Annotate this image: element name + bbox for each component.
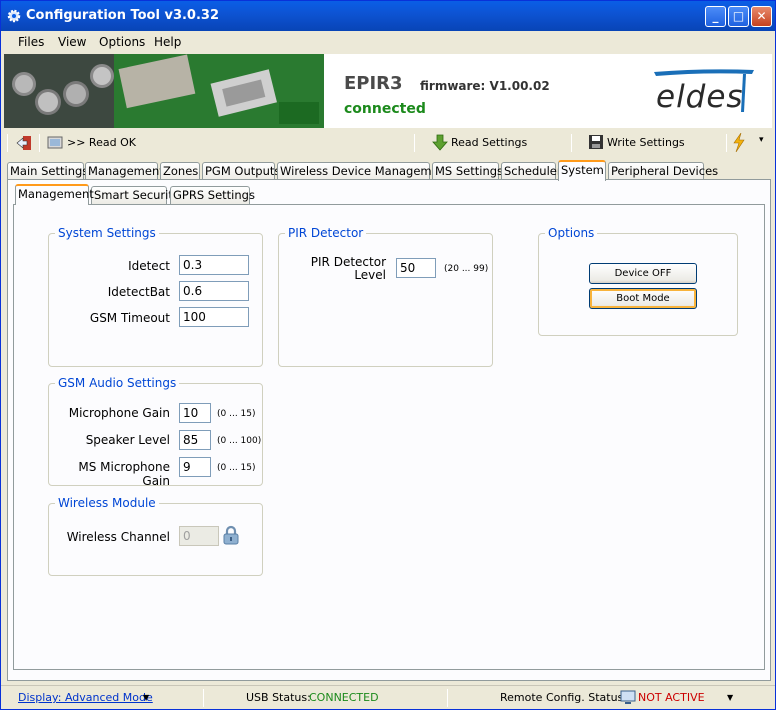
subtab-management[interactable]: Management bbox=[15, 184, 94, 205]
subtab-smart-security[interactable]: Smart Security bbox=[91, 186, 180, 204]
tab-scheduler[interactable]: Scheduler bbox=[501, 162, 562, 180]
lock-icon[interactable] bbox=[222, 525, 240, 545]
pir-level-label-line2: Level bbox=[354, 268, 386, 282]
tab-system[interactable]: System bbox=[558, 160, 606, 181]
idetect-label: Idetect bbox=[128, 259, 170, 273]
options-title: Options bbox=[545, 226, 598, 240]
display-mode-dropdown-icon[interactable]: ▼ bbox=[143, 693, 149, 702]
write-settings-button[interactable]: Write Settings bbox=[607, 136, 685, 149]
toolbar-separator bbox=[39, 134, 40, 152]
title-bar[interactable]: Configuration Tool v3.0.32 _ □ ✕ bbox=[1, 1, 775, 31]
save-disk-icon bbox=[589, 135, 603, 149]
menu-help[interactable]: Help bbox=[154, 35, 181, 49]
pir-level-range: (20 ... 99) bbox=[444, 264, 489, 274]
lightning-icon[interactable] bbox=[732, 133, 746, 152]
gear-icon bbox=[7, 9, 21, 23]
device-banner: EPIR3 firmware: V1.00.02 connected eldes bbox=[4, 54, 772, 128]
boot-mode-button[interactable]: Boot Mode bbox=[589, 288, 697, 309]
ms-microphone-gain-input[interactable]: 9 bbox=[179, 457, 211, 477]
toolbar-separator bbox=[726, 134, 727, 152]
window-title: Configuration Tool v3.0.32 bbox=[26, 8, 220, 23]
menu-options[interactable]: Options bbox=[99, 35, 145, 49]
exit-icon[interactable] bbox=[16, 135, 32, 151]
tab-ms-settings[interactable]: MS Settings bbox=[432, 162, 503, 180]
microphone-gain-input[interactable]: 10 bbox=[179, 403, 211, 423]
gsm-audio-settings-group: GSM Audio Settings Microphone Gain 10 (0… bbox=[48, 376, 263, 488]
usb-status-value: CONNECTED bbox=[309, 691, 379, 704]
microphone-gain-range: (0 ... 15) bbox=[217, 409, 256, 419]
ms-microphone-gain-label: MS Microphone Gain bbox=[78, 460, 170, 488]
menu-bar: Files View Options Help bbox=[1, 31, 775, 53]
toolbar-overflow-icon[interactable]: ▾ bbox=[759, 135, 764, 145]
menu-view[interactable]: View bbox=[58, 35, 86, 49]
pir-level-input[interactable]: 50 bbox=[396, 258, 436, 278]
remote-config-status-label: Remote Config. Status: bbox=[500, 691, 627, 704]
usb-status-label: USB Status: bbox=[246, 691, 311, 704]
firmware-label: firmware: V1.00.02 bbox=[420, 79, 550, 93]
microphone-gain-label: Microphone Gain bbox=[68, 406, 170, 420]
tab-wireless-device-management[interactable]: Wireless Device Management bbox=[277, 162, 451, 180]
speaker-level-range: (0 ... 100) bbox=[217, 436, 262, 446]
idetect-input[interactable]: 0.3 bbox=[179, 255, 249, 275]
remote-computer-icon bbox=[620, 690, 636, 704]
eldes-logo: eldes bbox=[656, 79, 744, 115]
remote-config-status-value: NOT ACTIVE bbox=[638, 691, 705, 704]
device-name: EPIR3 bbox=[344, 73, 403, 94]
system-settings-title: System Settings bbox=[55, 226, 159, 240]
device-off-button[interactable]: Device OFF bbox=[589, 263, 697, 284]
read-status-icon bbox=[47, 136, 63, 149]
toolbar-separator bbox=[414, 134, 415, 152]
wireless-module-group: Wireless Module Wireless Channel 0 bbox=[48, 496, 263, 576]
display-mode-link[interactable]: Display: Advanced Mode bbox=[18, 691, 153, 704]
pir-detector-title: PIR Detector bbox=[285, 226, 367, 240]
remote-status-dropdown-icon[interactable]: ▼ bbox=[727, 693, 733, 702]
subtab-gprs-settings[interactable]: GPRS Settings bbox=[170, 186, 255, 204]
tab-peripheral-devices[interactable]: Peripheral Devices bbox=[608, 162, 718, 180]
gsm-audio-title: GSM Audio Settings bbox=[55, 376, 180, 390]
tab-pgm-outputs[interactable]: PGM Outputs bbox=[202, 162, 280, 180]
circuit-board-image bbox=[4, 54, 324, 128]
app-window: Configuration Tool v3.0.32 _ □ ✕ Files V… bbox=[0, 0, 776, 710]
statusbar-separator bbox=[447, 689, 448, 707]
system-settings-group: System Settings Idetect 0.3 IdetectBat 0… bbox=[48, 226, 263, 367]
gsm-timeout-input[interactable]: 100 bbox=[179, 307, 249, 327]
toolbar-grip bbox=[7, 134, 8, 152]
read-settings-button[interactable]: Read Settings bbox=[451, 136, 527, 149]
tab-main-settings[interactable]: Main Settings bbox=[7, 162, 88, 180]
speaker-level-label: Speaker Level bbox=[85, 433, 170, 447]
maximize-button[interactable]: □ bbox=[728, 6, 749, 27]
toolbar: >> Read OK Read Settings Write Settings … bbox=[4, 131, 772, 155]
wireless-channel-label: Wireless Channel bbox=[66, 530, 170, 544]
read-ok-status: >> Read OK bbox=[67, 136, 136, 149]
tab-management[interactable]: Management bbox=[85, 162, 164, 180]
toolbar-separator bbox=[571, 134, 572, 152]
idetectbat-label: IdetectBat bbox=[107, 285, 170, 299]
ms-microphone-gain-range: (0 ... 15) bbox=[217, 463, 256, 473]
connection-status: connected bbox=[344, 101, 426, 117]
wireless-channel-input: 0 bbox=[179, 526, 219, 546]
pir-detector-group: PIR Detector PIR Detector Level 50 (20 .… bbox=[278, 226, 493, 367]
gsm-timeout-label: GSM Timeout bbox=[89, 311, 170, 325]
minimize-button[interactable]: _ bbox=[705, 6, 726, 27]
download-arrow-icon bbox=[432, 134, 448, 151]
pir-level-label-line1: PIR Detector bbox=[310, 255, 386, 269]
status-bar: Display: Advanced Mode ▼ USB Status: CON… bbox=[1, 685, 775, 709]
close-button[interactable]: ✕ bbox=[751, 6, 772, 27]
options-group: Options Device OFF Boot Mode bbox=[538, 226, 738, 336]
menu-files[interactable]: Files bbox=[18, 35, 44, 49]
tab-zones[interactable]: Zones bbox=[160, 162, 200, 180]
idetectbat-input[interactable]: 0.6 bbox=[179, 281, 249, 301]
wireless-module-title: Wireless Module bbox=[55, 496, 159, 510]
statusbar-separator bbox=[203, 689, 204, 707]
speaker-level-input[interactable]: 85 bbox=[179, 430, 211, 450]
management-subpanel: System Settings Idetect 0.3 IdetectBat 0… bbox=[13, 204, 765, 670]
